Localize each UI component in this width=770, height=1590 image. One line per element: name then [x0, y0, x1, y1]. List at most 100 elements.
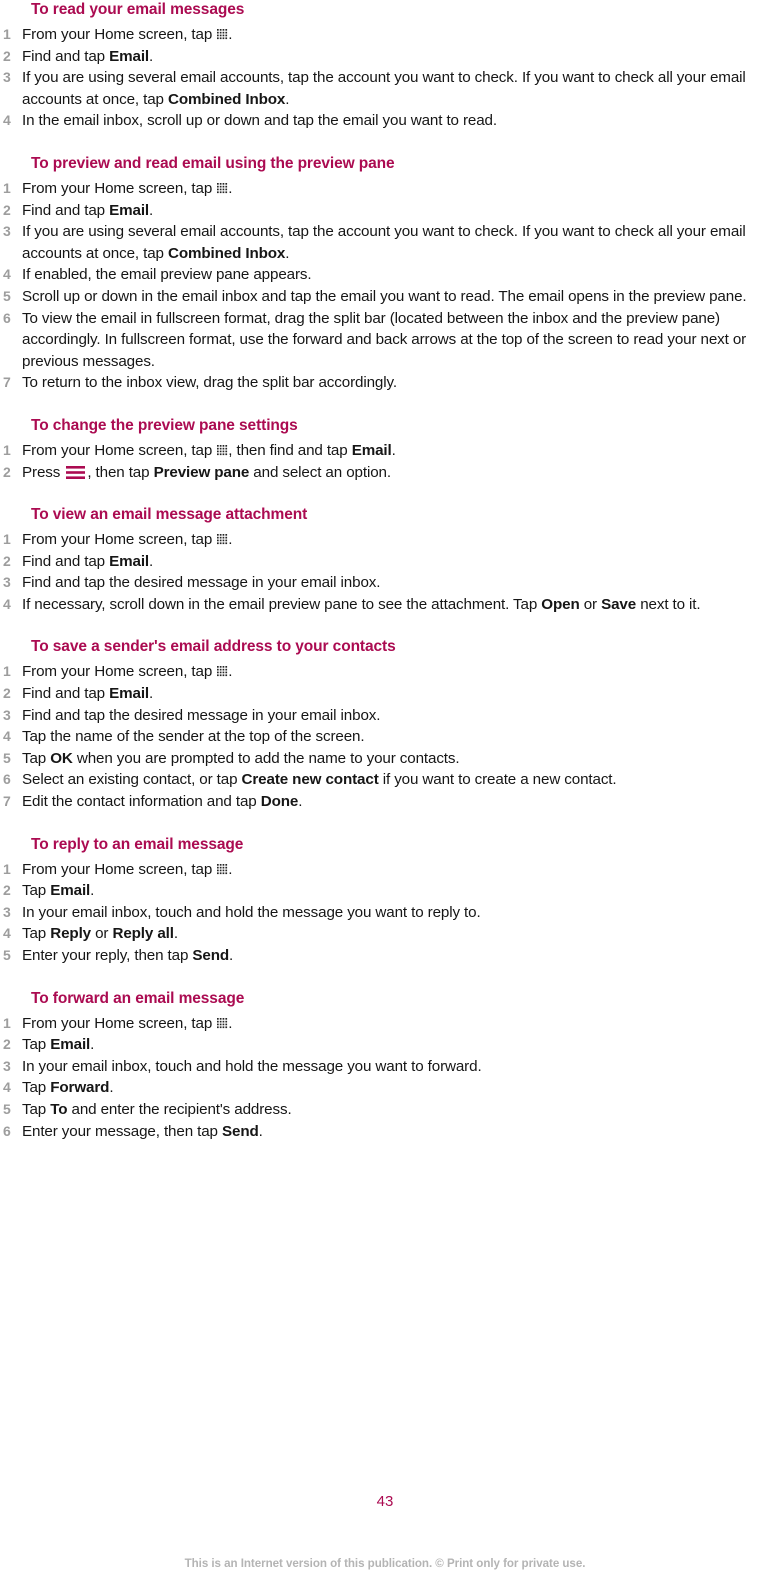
step-text: In your email inbox, touch and hold the … [22, 903, 481, 921]
app-grid-icon [217, 666, 228, 677]
step-number: 6 [3, 771, 11, 788]
section: To view an email message attachment 1 From… [0, 505, 770, 615]
step-item: 4 Tap Reply or Reply all. [0, 923, 770, 945]
step-text: Enter your reply, then tap Send. [22, 947, 234, 964]
app-grid-icon [217, 29, 228, 40]
step-item: 4 In the email inbox, scroll up or down a… [0, 110, 770, 132]
step-number: 2 [3, 1036, 11, 1053]
step-item: 6 Select an existing contact, or tap Crea… [0, 769, 770, 791]
step-number: 1 [3, 860, 11, 877]
section: To preview and read email using the prev… [0, 154, 770, 394]
step-text: Tap Email. [22, 882, 95, 900]
step-number: 6 [3, 1122, 11, 1139]
step-number: 4 [3, 728, 11, 745]
document-page: To read your email messages 1 From your Ho… [0, 0, 770, 1590]
step-item: 5 Enter your reply, then tap Send. [0, 945, 770, 967]
step-number: 7 [3, 793, 11, 810]
step-item: 2 Press , then tap Preview pane and selec… [0, 462, 770, 484]
section: To save a sender's email address to your… [0, 637, 770, 812]
step-item: 3 In your email inbox, touch and hold the… [0, 1056, 770, 1078]
section: To change the preview pane settings 1 From… [0, 416, 770, 483]
step-number: 2 [3, 882, 11, 899]
step-text: Find and tap Email. [22, 552, 154, 570]
step-text: Tap To and enter the recipient's address… [22, 1100, 292, 1118]
step-number: 2 [3, 552, 11, 569]
step-item: 7 Edit the contact information and tap Do… [0, 791, 770, 813]
step-number: 3 [3, 706, 11, 723]
step-number: 4 [3, 112, 11, 129]
section-heading: To preview and read email using the prev… [31, 154, 395, 172]
step-item: 5 Scroll up or down in the email inbox an… [0, 286, 770, 308]
step-text: To return to the inbox view, drag the sp… [22, 374, 397, 392]
step-text: Press , then tap Preview pane and select… [22, 463, 391, 481]
step-number: 4 [3, 595, 11, 612]
step-item: 1 From your Home screen, tap . [0, 178, 770, 200]
app-grid-icon [217, 863, 228, 875]
step-item: 3 If you are using several email accounts… [0, 67, 770, 110]
section-heading: To forward an email message [31, 989, 245, 1007]
step-item: 2 Find and tap Email. [0, 683, 770, 705]
step-item: 6 To view the email in fullscreen format,… [0, 308, 770, 373]
step-number: 3 [3, 574, 11, 591]
section-heading: To change the preview pane settings [31, 416, 298, 434]
step-item: 1 From your Home screen, tap . [0, 529, 770, 551]
step-number: 1 [3, 179, 11, 196]
section-heading: To save a sender's email address to your… [31, 638, 396, 656]
step-number: 1 [3, 441, 11, 458]
step-text: In the email inbox, scroll up or down an… [22, 112, 497, 130]
step-text: To view the email in fullscreen format, … [22, 309, 747, 370]
page-content: To read your email messages 1 From your Ho… [0, 0, 770, 1142]
step-text: Find and tap the desired message in your… [22, 574, 381, 592]
step-number: 5 [3, 287, 11, 304]
section-heading: To reply to an email message [31, 835, 244, 853]
step-number: 1 [3, 1014, 11, 1031]
app-grid-icon [217, 444, 228, 456]
step-item: 5 Tap OK when you are prompted to add the… [0, 748, 770, 770]
step-item: 4 If necessary, scroll down in the email … [0, 594, 770, 616]
section: To reply to an email message 1 From your H… [0, 835, 770, 967]
step-text: Tap Email. [22, 1036, 95, 1054]
step-list: 1 From your Home screen, tap . 2 Find and t… [0, 178, 770, 394]
step-item: 1 From your Home screen, tap . [0, 1013, 770, 1035]
menu-icon [66, 465, 86, 480]
step-text: Select an existing contact, or tap Creat… [22, 771, 617, 789]
page-number: 43 [376, 1493, 394, 1510]
step-item: 1 From your Home screen, tap . [0, 24, 770, 46]
step-item: 2 Find and tap Email. [0, 46, 770, 68]
step-number: 3 [3, 903, 11, 920]
step-number: 3 [3, 1057, 11, 1074]
step-text: Tap Forward. [22, 1079, 114, 1097]
step-item: 2 Find and tap Email. [0, 200, 770, 222]
step-item: 2 Tap Email. [0, 880, 770, 902]
step-list: 1 From your Home screen, tap . 2 Tap Email.… [0, 859, 770, 967]
step-item: 1 From your Home screen, tap , then find … [0, 440, 770, 462]
step-text: Find and tap Email. [22, 201, 154, 219]
step-number: 1 [3, 26, 11, 42]
step-number: 5 [3, 749, 11, 766]
step-number: 5 [3, 947, 11, 963]
step-number: 1 [3, 663, 11, 680]
step-item: 6 Enter your message, then tap Send. [0, 1121, 770, 1143]
step-item: 5 Tap To and enter the recipient's addres… [0, 1099, 770, 1121]
step-number: 7 [3, 374, 11, 391]
step-number: 4 [3, 1079, 11, 1096]
step-item: 3 Find and tap the desired message in you… [0, 705, 770, 727]
step-text: From your Home screen, tap . [22, 179, 233, 197]
step-text: If you are using several email accounts,… [22, 223, 746, 262]
step-item: 1 From your Home screen, tap . [0, 661, 770, 683]
step-text: From your Home screen, tap . [22, 860, 233, 878]
step-item: 2 Tap Email. [0, 1034, 770, 1056]
step-item: 3 In your email inbox, touch and hold the… [0, 902, 770, 924]
step-text: Edit the contact information and tap Don… [22, 793, 303, 811]
step-number: 2 [3, 47, 11, 64]
step-text: From your Home screen, tap . [22, 1014, 233, 1032]
step-number: 3 [3, 223, 11, 240]
step-text: Find and tap the desired message in your… [22, 706, 381, 724]
step-text: Tap OK when you are prompted to add the … [22, 749, 460, 767]
step-text: Find and tap Email. [22, 685, 154, 703]
step-number: 6 [3, 309, 11, 326]
step-text: In your email inbox, touch and hold the … [22, 1057, 482, 1075]
step-item: 4 Tap the name of the sender at the top o… [0, 726, 770, 748]
app-grid-icon [217, 1017, 228, 1029]
footer-copyright-text: This is an Internet version of this publ… [184, 1557, 586, 1570]
